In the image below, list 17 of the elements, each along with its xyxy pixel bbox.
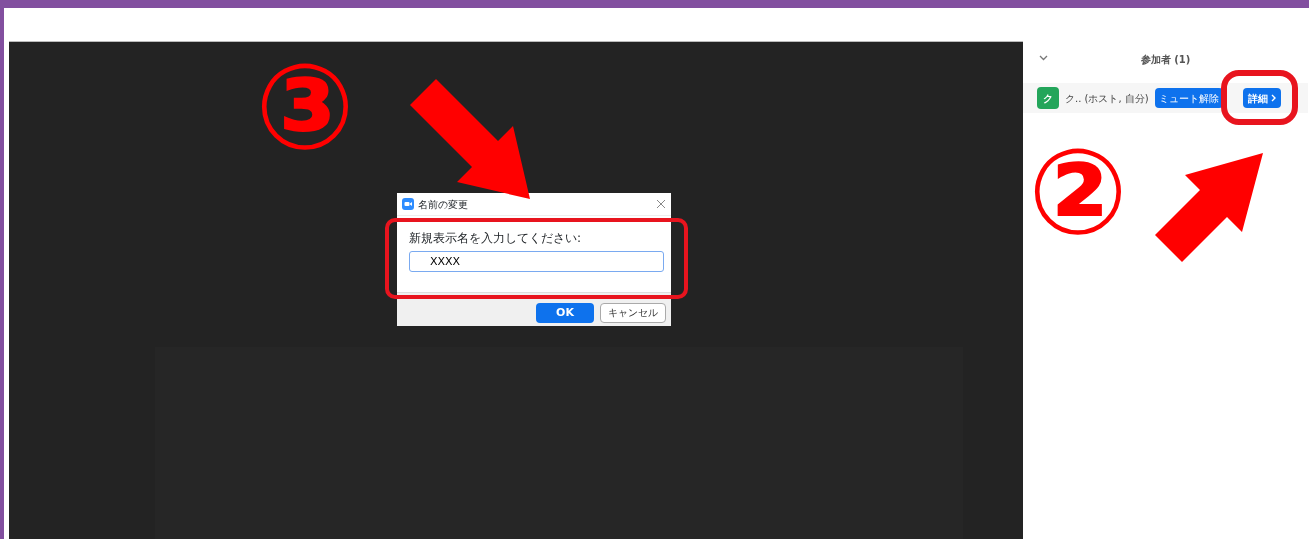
participant-name: ク.. (ホスト, 自分) xyxy=(1065,91,1149,106)
app-icon xyxy=(402,198,414,210)
name-input-field[interactable]: XXXX xyxy=(409,250,664,272)
participant-row[interactable]: ク ク.. (ホスト, 自分) ミュート解除 詳細 xyxy=(1023,83,1308,113)
step-number: ② xyxy=(1028,133,1128,251)
dialog-title: 名前の変更 xyxy=(418,197,468,212)
step-number: ③ xyxy=(255,48,355,166)
avatar: ク xyxy=(1037,87,1059,109)
cancel-button[interactable]: キャンセル xyxy=(600,302,666,323)
field-label: 新規表示名を入力してください: xyxy=(409,230,583,247)
close-icon[interactable] xyxy=(656,199,666,209)
chevron-down-icon[interactable] xyxy=(1039,55,1048,61)
unmute-button[interactable]: ミュート解除 xyxy=(1154,88,1223,108)
chevron-right-icon xyxy=(1270,94,1276,102)
details-button[interactable]: 詳細 xyxy=(1242,88,1281,108)
panel-title: 参加者 (1) xyxy=(1140,54,1191,65)
ok-button[interactable]: OK xyxy=(536,302,594,323)
